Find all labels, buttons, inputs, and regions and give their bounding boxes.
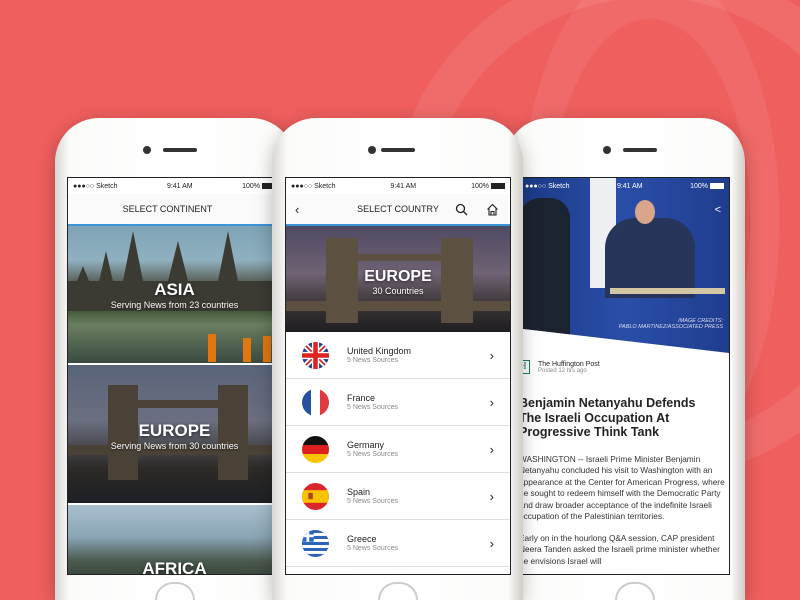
- home-icon[interactable]: [486, 203, 499, 216]
- region-subtitle: 30 Countries: [372, 286, 424, 296]
- article-image: IMAGE CREDITS: PABLO MARTINEZ/ASSOCIATED …: [520, 178, 729, 353]
- search-icon[interactable]: [455, 203, 468, 216]
- source-name[interactable]: The Huffington Post: [538, 361, 600, 368]
- share-icon[interactable]: <: [715, 204, 721, 216]
- status-bar: ●●●○○ Sketch 9:41 AM 100%: [286, 178, 510, 194]
- home-button[interactable]: [155, 582, 195, 600]
- phone-countries: ●●●○○ Sketch 9:41 AM 100% ‹ SELECT COUNTRY…: [272, 118, 523, 600]
- continent-name: ASIA: [154, 280, 195, 299]
- carrier: ●●●○○ Sketch: [73, 182, 118, 190]
- camera: [368, 146, 376, 154]
- chevron-right-icon: ›: [489, 535, 494, 551]
- continent-europe[interactable]: EUROPE Serving News from 30 countries: [68, 365, 281, 503]
- news-sources-count: 5 News Sources: [347, 357, 398, 364]
- chevron-right-icon: ›: [489, 441, 494, 457]
- greece-flag-icon: [302, 529, 329, 557]
- country-screen: ●●●○○ Sketch 9:41 AM 100% ‹ SELECT COUNTRY…: [285, 177, 511, 575]
- article-headline: Benjamin Netanyahu Defends The Israeli O…: [519, 396, 696, 439]
- country-name: United Kingdom: [347, 346, 412, 356]
- back-chevron-icon[interactable]: ‹: [295, 202, 299, 217]
- chevron-right-icon: ›: [489, 488, 494, 504]
- battery-text: 100%: [690, 182, 708, 190]
- continent-name: EUROPE: [138, 421, 211, 440]
- continent-name: AFRICA: [142, 559, 207, 575]
- country-row-uk[interactable]: United Kingdom 5 News Sources ›: [286, 332, 510, 379]
- clock: 9:41 AM: [616, 182, 643, 190]
- country-row-france[interactable]: France 5 News Sources ›: [286, 379, 510, 426]
- chevron-right-icon: ›: [489, 394, 494, 410]
- clock: 9:41 AM: [390, 182, 417, 190]
- country-row-greece[interactable]: Greece 5 News Sources ›: [286, 520, 510, 567]
- camera: [143, 146, 151, 154]
- speaker: [163, 148, 197, 152]
- carrier: ●●●○○ Sketch: [525, 182, 570, 190]
- news-sources-count: 5 News Sources: [347, 545, 398, 552]
- phone-article: IMAGE CREDITS: PABLO MARTINEZ/ASSOCIATED …: [505, 118, 745, 600]
- continent-screen: ●●●○○ Sketch 9:41 AM 100% SELECT CONTINENT…: [67, 177, 282, 575]
- france-flag-icon: [302, 388, 329, 416]
- continent-asia[interactable]: ASIA Serving News from 23 countries: [68, 226, 281, 363]
- battery-icon: [491, 182, 505, 189]
- page-title: SELECT CONTINENT: [122, 204, 213, 214]
- news-sources-count: 5 News Sources: [347, 498, 398, 505]
- country-list: United Kingdom 5 News Sources › France 5 N…: [286, 332, 510, 567]
- header: SELECT CONTINENT: [68, 194, 281, 226]
- news-sources-count: 5 News Sources: [347, 451, 398, 458]
- header: ‹ SELECT COUNTRY: [286, 194, 510, 226]
- battery-text: 100%: [242, 182, 260, 190]
- country-row-spain[interactable]: Spain 5 News Sources ›: [286, 473, 510, 520]
- news-sources-count: 5 News Sources: [347, 404, 398, 411]
- home-button[interactable]: [615, 582, 655, 600]
- speaker: [623, 148, 657, 152]
- region-hero-europe: EUROPE 30 Countries: [286, 226, 510, 332]
- battery-icon: [710, 182, 724, 189]
- carrier: ●●●○○ Sketch: [291, 182, 336, 190]
- posted-time: Posted 12 hrs ago: [538, 367, 587, 374]
- phone-continents: ●●●○○ Sketch 9:41 AM 100% SELECT CONTINENT…: [55, 118, 295, 600]
- uk-flag-icon: [302, 341, 329, 369]
- continent-subtitle: Serving News from 30 countries: [110, 441, 239, 451]
- article-body: H The Huffington PostPosted 12 hrs ago B…: [520, 360, 729, 567]
- germany-flag-icon: [302, 435, 329, 463]
- country-name: Germany: [347, 440, 385, 450]
- country-name: France: [347, 393, 376, 403]
- page-title: SELECT COUNTRY: [357, 204, 439, 214]
- region-title: EUROPE: [364, 268, 432, 285]
- camera: [603, 146, 611, 154]
- spain-flag-icon: [302, 482, 329, 510]
- continent-subtitle: Serving News from 23 countries: [110, 300, 239, 310]
- speaker: [381, 148, 415, 152]
- chevron-right-icon: ›: [489, 347, 494, 363]
- article-paragraph: WASHINGTON -- Israeli Prime Minister Ben…: [519, 453, 725, 522]
- article-paragraph: Early on in the hourlong Q&A session, CA…: [519, 532, 720, 566]
- clock: 9:41 AM: [166, 182, 193, 190]
- image-credit: PABLO MARTINEZ/ASSOCIATED PRESS: [618, 324, 723, 330]
- country-name: Spain: [347, 487, 371, 497]
- continent-africa[interactable]: AFRICA: [68, 505, 281, 575]
- status-bar: ●●●○○ Sketch 9:41 AM 100%: [520, 178, 729, 194]
- country-name: Greece: [347, 534, 377, 544]
- status-bar: ●●●○○ Sketch 9:41 AM 100%: [68, 178, 281, 194]
- article-screen: IMAGE CREDITS: PABLO MARTINEZ/ASSOCIATED …: [519, 177, 730, 575]
- battery-text: 100%: [471, 182, 489, 190]
- country-row-germany[interactable]: Germany 5 News Sources ›: [286, 426, 510, 473]
- home-button[interactable]: [378, 582, 418, 600]
